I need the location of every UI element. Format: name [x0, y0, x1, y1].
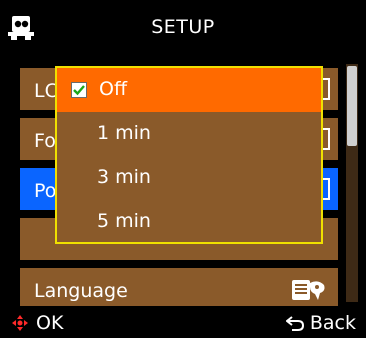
- option-label: 5 min: [97, 210, 151, 232]
- menu-item-label: Language: [34, 280, 128, 302]
- footer-bar: OK Back: [0, 306, 366, 338]
- ok-label: OK: [36, 312, 64, 334]
- option-off[interactable]: Off: [57, 68, 321, 112]
- option-label: 3 min: [97, 166, 151, 188]
- option-label: 1 min: [97, 122, 151, 144]
- scrollbar[interactable]: [344, 62, 360, 304]
- option-3-min[interactable]: 3 min: [57, 156, 321, 200]
- header-bar: SETUP: [0, 0, 366, 58]
- back-arrow-icon: [285, 316, 304, 331]
- dpad-icon: [12, 315, 28, 331]
- menu-item-label: Po: [34, 180, 57, 202]
- option-1-min[interactable]: 1 min: [57, 112, 321, 156]
- scrollbar-thumb[interactable]: [347, 66, 357, 146]
- menu-item-label: Fo: [34, 130, 56, 152]
- option-label: Off: [99, 78, 128, 100]
- auto-power-off-popup: Off 1 min 3 min 5 min: [55, 66, 323, 244]
- back-label: Back: [309, 312, 356, 334]
- checkmark-icon: [71, 82, 87, 98]
- option-5-min[interactable]: 5 min: [57, 200, 321, 244]
- ok-hint[interactable]: OK: [12, 312, 63, 334]
- back-hint[interactable]: Back: [285, 312, 356, 334]
- language-icon: [292, 280, 325, 300]
- page-title: SETUP: [151, 16, 215, 38]
